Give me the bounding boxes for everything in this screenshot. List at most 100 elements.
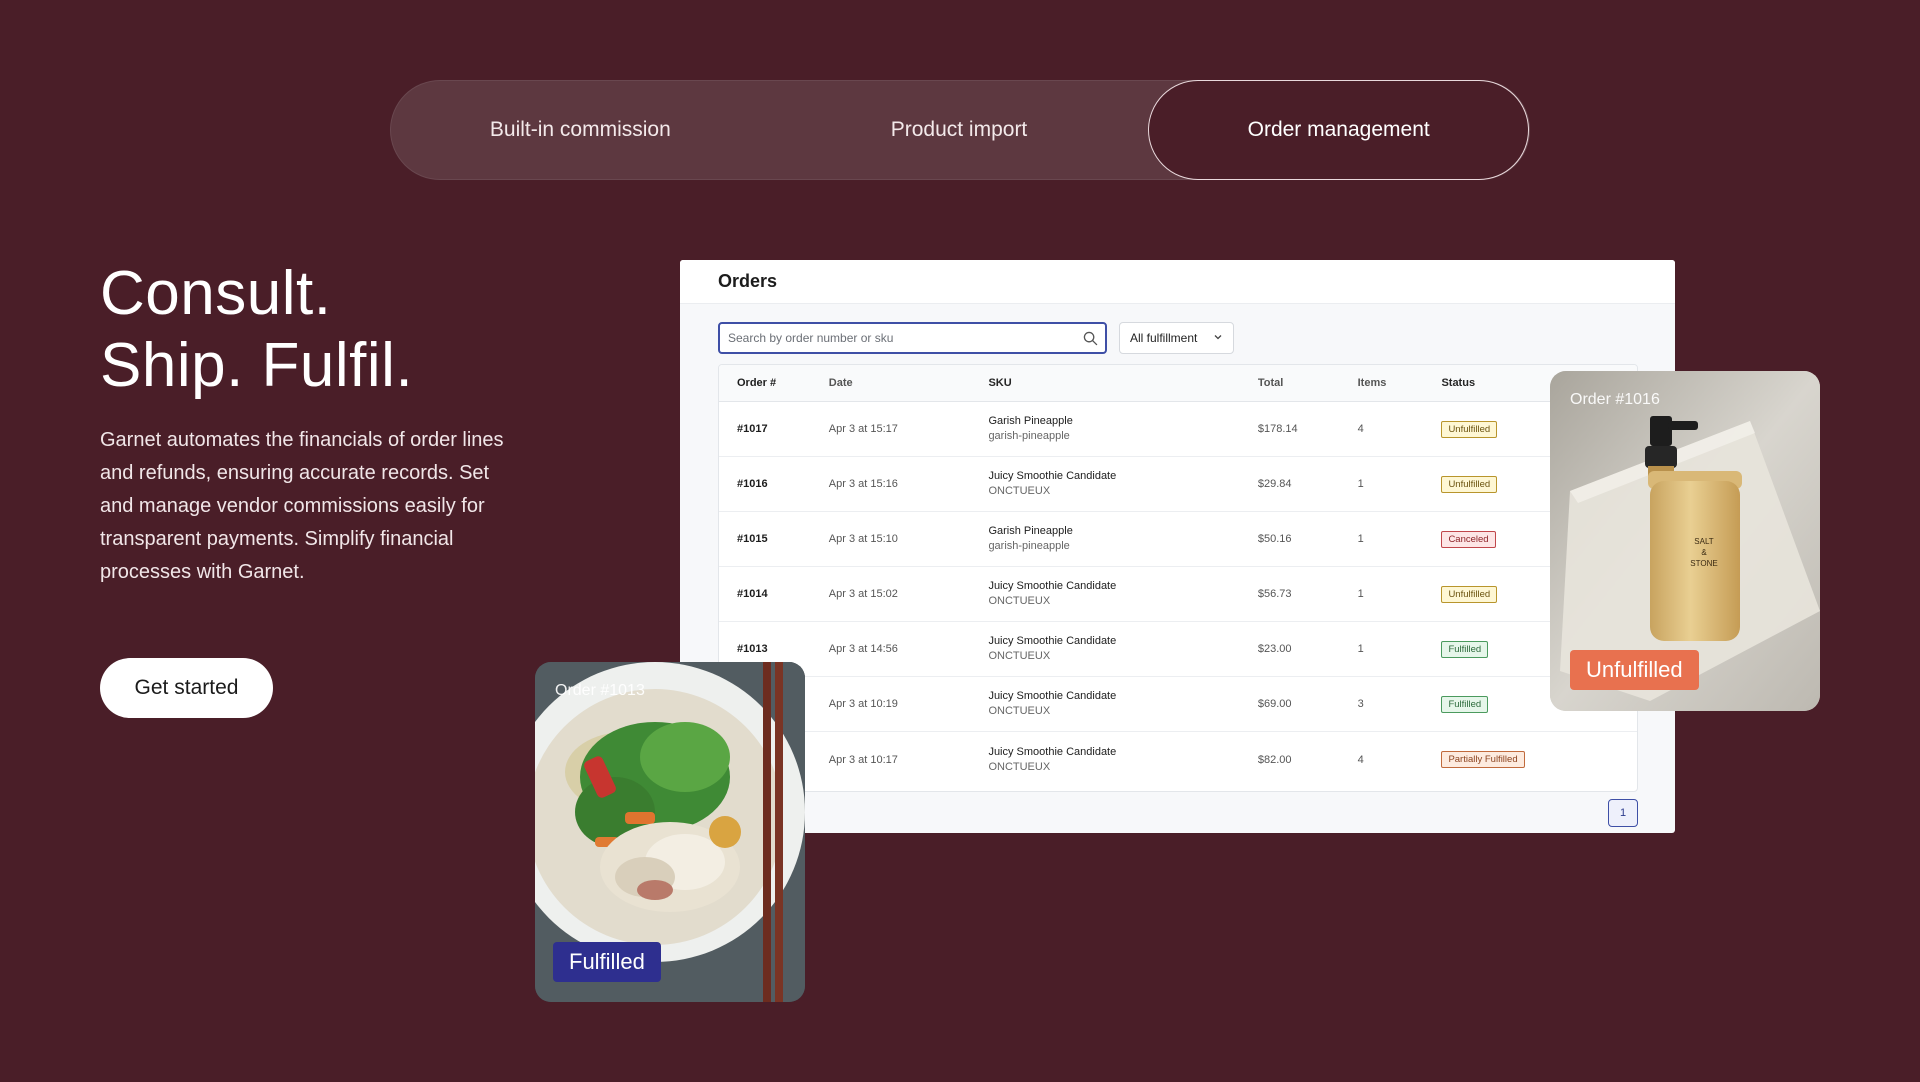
feature-tabs: Built-in commission Product import Order… — [390, 80, 1530, 180]
sku-name: Juicy Smoothie Candidate — [988, 745, 1117, 758]
order-number: #1013 — [737, 643, 768, 655]
order-total: $178.14 — [1257, 423, 1298, 435]
sku-code: ONCTUEUX — [988, 595, 1051, 607]
sku-code: ONCTUEUX — [988, 705, 1051, 717]
order-sku: Garish Pineapple garish-pineapple — [988, 414, 1257, 444]
order-items: 1 — [1357, 533, 1364, 545]
page: Built-in commission Product import Order… — [0, 0, 1920, 1082]
column-header-total[interactable]: Total — [1258, 377, 1358, 389]
order-sku: Juicy Smoothie Candidate ONCTUEUX — [988, 689, 1257, 719]
order-card-1016: SALT & STONE Order #1016 Unfulfilled — [1550, 371, 1820, 711]
order-sku: Juicy Smoothie Candidate ONCTUEUX — [988, 469, 1257, 499]
order-number: #1017 — [737, 423, 768, 435]
sku-code: garish-pineapple — [988, 540, 1070, 552]
product-label-line: STONE — [1690, 559, 1718, 568]
order-total: $69.00 — [1257, 698, 1292, 710]
tab-order-management[interactable]: Order management — [1148, 80, 1530, 180]
sku-name: Garish Pineapple — [988, 415, 1073, 427]
status-badge: Unfulfilled — [1570, 650, 1699, 690]
table-header: Order # Date SKU Total Items Status — [719, 365, 1637, 402]
product-label-line: & — [1701, 548, 1707, 557]
order-card-label: Order #1013 — [555, 682, 645, 699]
fulfillment-filter-select[interactable]: All fulfillment — [1119, 322, 1234, 354]
tab-built-in-commission[interactable]: Built-in commission — [391, 80, 770, 180]
table-row[interactable]: #1015 Apr 3 at 15:10 Garish Pineapple ga… — [719, 512, 1637, 567]
sku-name: Juicy Smoothie Candidate — [988, 690, 1117, 702]
fulfillment-filter-value: All fulfillment — [1130, 331, 1198, 345]
orders-header: Orders — [680, 260, 1675, 304]
status-badge: Partially Fulfilled — [1441, 751, 1525, 768]
hero-title-line-1: Consult. — [100, 259, 332, 328]
order-date: Apr 3 at 10:17 — [828, 753, 898, 766]
order-date: Apr 3 at 15:16 — [828, 478, 898, 490]
orders-table: Order # Date SKU Total Items Status #101… — [718, 364, 1638, 792]
column-header-sku[interactable]: SKU — [988, 376, 1257, 391]
order-total: $29.84 — [1257, 478, 1292, 490]
tab-product-import[interactable]: Product import — [770, 80, 1149, 180]
hero-title-line-2: Ship. Fulfil. — [100, 331, 414, 400]
order-date: Apr 3 at 15:02 — [828, 588, 898, 600]
status-badge: Fulfilled — [553, 942, 661, 982]
column-header-order[interactable]: Order # — [719, 377, 829, 389]
status-badge: Fulfilled — [1441, 640, 1489, 658]
order-number: #1014 — [737, 588, 768, 600]
product-label-line: SALT — [1694, 537, 1714, 546]
order-sku: Juicy Smoothie Candidate ONCTUEUX — [988, 634, 1257, 664]
order-card-1013: Order #1013 Fulfilled — [535, 662, 805, 1002]
order-number: #1016 — [737, 478, 768, 490]
order-sku: Juicy Smoothie Candidate ONCTUEUX — [988, 745, 1257, 775]
table-row[interactable]: Apr 3 at 10:19 Juicy Smoothie Candidate … — [719, 677, 1637, 732]
order-date: Apr 3 at 15:17 — [828, 423, 898, 435]
sku-code: ONCTUEUX — [988, 485, 1051, 497]
order-date: Apr 3 at 14:56 — [828, 643, 898, 655]
hero-title: Consult. Ship. Fulfil. — [100, 258, 413, 402]
order-items: 1 — [1357, 478, 1364, 490]
sku-code: ONCTUEUX — [988, 760, 1051, 773]
sku-code: ONCTUEUX — [988, 650, 1051, 662]
table-row[interactable]: #1016 Apr 3 at 15:16 Juicy Smoothie Cand… — [719, 457, 1637, 512]
table-row[interactable]: #1014 Apr 3 at 15:02 Juicy Smoothie Cand… — [719, 567, 1637, 622]
order-card-label: Order #1016 — [1570, 391, 1660, 408]
sku-name: Juicy Smoothie Candidate — [988, 470, 1117, 482]
pagination-page-button[interactable]: 1 — [1608, 799, 1638, 827]
status-badge: Unfulfilled — [1441, 475, 1498, 493]
order-number: #1015 — [737, 533, 768, 545]
status-badge: Canceled — [1441, 530, 1496, 548]
search-box — [718, 322, 1107, 354]
order-items: 4 — [1357, 753, 1364, 766]
order-status: Partially Fulfilled — [1441, 751, 1637, 768]
orders-filters: All fulfillment — [718, 322, 1234, 354]
orders-panel: Orders All fulfillment Order # Date SKU — [680, 260, 1675, 833]
order-date: Apr 3 at 10:19 — [828, 698, 898, 710]
sku-name: Juicy Smoothie Candidate — [988, 580, 1117, 592]
order-sku: Juicy Smoothie Candidate ONCTUEUX — [988, 579, 1257, 609]
sku-code: garish-pineapple — [988, 430, 1070, 442]
order-date: Apr 3 at 15:10 — [828, 533, 898, 545]
column-header-items[interactable]: Items — [1358, 377, 1442, 389]
order-sku: Garish Pineapple garish-pineapple — [988, 524, 1257, 554]
hero-description: Garnet automates the financials of order… — [100, 429, 504, 583]
order-items: 1 — [1357, 588, 1364, 600]
table-row[interactable]: Apr 3 at 10:17 Juicy Smoothie Candidate … — [719, 732, 1637, 787]
get-started-button[interactable]: Get started — [100, 658, 273, 718]
order-total: $23.00 — [1257, 643, 1292, 655]
sku-name: Juicy Smoothie Candidate — [988, 635, 1117, 647]
table-row[interactable]: #1017 Apr 3 at 15:17 Garish Pineapple ga… — [719, 402, 1637, 457]
status-badge: Unfulfilled — [1441, 585, 1498, 603]
search-input[interactable] — [728, 331, 1081, 345]
product-label-text: SALT & STONE — [1684, 536, 1724, 569]
order-items: 3 — [1357, 698, 1364, 710]
order-items: 1 — [1357, 643, 1364, 655]
status-badge: Fulfilled — [1441, 695, 1489, 713]
table-row[interactable]: #1013 Apr 3 at 14:56 Juicy Smoothie Cand… — [719, 622, 1637, 677]
order-total: $56.73 — [1257, 588, 1292, 600]
search-icon[interactable] — [1081, 329, 1099, 347]
status-badge: Unfulfilled — [1441, 420, 1498, 438]
sku-name: Garish Pineapple — [988, 525, 1073, 537]
order-total: $82.00 — [1257, 753, 1292, 766]
order-items: 4 — [1357, 423, 1364, 435]
chevron-down-icon — [1213, 331, 1223, 345]
orders-title: Orders — [718, 271, 778, 291]
column-header-date[interactable]: Date — [829, 377, 989, 389]
order-total: $50.16 — [1257, 533, 1292, 545]
